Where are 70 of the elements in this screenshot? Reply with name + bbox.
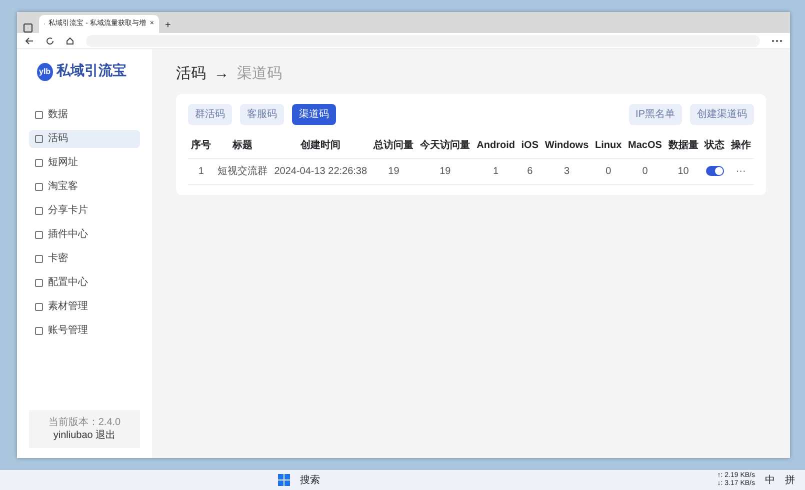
sidebar-item[interactable]: 配置中心	[29, 274, 140, 292]
breadcrumb-arrow: →	[214, 64, 229, 84]
column-header: 状态	[701, 132, 728, 158]
address-field[interactable]	[86, 34, 760, 46]
table-cell: 0	[624, 158, 666, 184]
sidebar-item[interactable]: 账号管理	[29, 322, 140, 340]
row-menu-button[interactable]: ···	[736, 166, 746, 176]
tab[interactable]: 渠道码	[292, 104, 336, 124]
column-header: 今天访问量	[416, 132, 474, 158]
menu-item-icon	[35, 231, 43, 239]
column-header: iOS	[518, 132, 542, 158]
table-cell: 短视交流群	[214, 158, 271, 184]
menu-item-icon	[35, 279, 43, 287]
menu-item-icon	[35, 111, 43, 119]
logo-text: 私域引流宝	[56, 62, 127, 81]
logo-mark: ylb	[37, 62, 53, 80]
menu-item-icon	[35, 207, 43, 215]
tab-actions-icon[interactable]	[23, 23, 33, 33]
table-cell: 19	[370, 158, 417, 184]
column-header: 操作	[728, 132, 754, 158]
action-button[interactable]: 创建渠道码	[690, 104, 754, 124]
user-name: yinliubao	[53, 430, 93, 441]
ime-language[interactable]: 中	[765, 472, 775, 488]
table-cell: 1	[188, 158, 214, 184]
home-icon[interactable]	[66, 36, 74, 44]
column-header: 创建时间	[270, 132, 371, 158]
new-tab-button[interactable]: +	[165, 18, 171, 33]
sidebar-item[interactable]: 分享卡片	[29, 202, 140, 220]
table-cell: 6	[518, 158, 542, 184]
logout-link[interactable]: 退出	[96, 430, 116, 441]
table-cell: 3	[542, 158, 592, 184]
status-toggle[interactable]	[706, 166, 724, 176]
table-cell: 10	[665, 158, 702, 184]
tab[interactable]: 客服码	[240, 104, 284, 124]
more-icon[interactable]	[772, 38, 782, 42]
sidebar-item[interactable]: 插件中心	[29, 226, 140, 244]
menu-item-icon	[35, 303, 43, 311]
menu-item-icon	[35, 183, 43, 191]
sidebar-item[interactable]: 数据	[29, 106, 140, 124]
sidebar-item[interactable]: 短网址	[29, 154, 140, 172]
column-header: MacOS	[624, 132, 666, 158]
column-header: Linux	[592, 132, 625, 158]
column-header: 序号	[188, 132, 214, 158]
table-cell: 2024-04-13 22:26:38	[270, 158, 371, 184]
menu-item-icon	[35, 327, 43, 335]
sidebar-item[interactable]: 卡密	[29, 250, 140, 268]
breadcrumb-current: 渠道码	[237, 64, 282, 84]
sidebar-item[interactable]: 活码	[29, 130, 140, 148]
menu-item-icon	[35, 159, 43, 167]
sidebar-item[interactable]: 素材管理	[29, 298, 140, 316]
table-cell: 19	[416, 158, 474, 184]
refresh-icon[interactable]	[46, 36, 54, 44]
tab[interactable]: 群活码	[188, 104, 232, 124]
column-header: 标题	[214, 132, 271, 158]
column-header: 数据量	[665, 132, 702, 158]
column-header: Android	[473, 132, 518, 158]
ime-mode[interactable]: 拼	[785, 472, 795, 488]
breadcrumb-parent[interactable]: 活码	[176, 63, 206, 86]
menu-item-icon	[35, 135, 43, 143]
action-button[interactable]: IP黑名单	[628, 104, 682, 124]
column-header: Windows	[542, 132, 592, 158]
column-header: 总访问量	[370, 132, 417, 158]
table-cell: 1	[473, 158, 518, 184]
version-text: 当前版本：2.4.0	[47, 416, 122, 429]
sidebar-item[interactable]: 淘宝客	[29, 178, 140, 196]
back-icon[interactable]	[25, 36, 34, 44]
taskbar-search[interactable]: 搜索	[300, 472, 320, 488]
table-cell: 0	[592, 158, 625, 184]
start-icon[interactable]	[278, 474, 290, 486]
menu-item-icon	[35, 255, 43, 263]
